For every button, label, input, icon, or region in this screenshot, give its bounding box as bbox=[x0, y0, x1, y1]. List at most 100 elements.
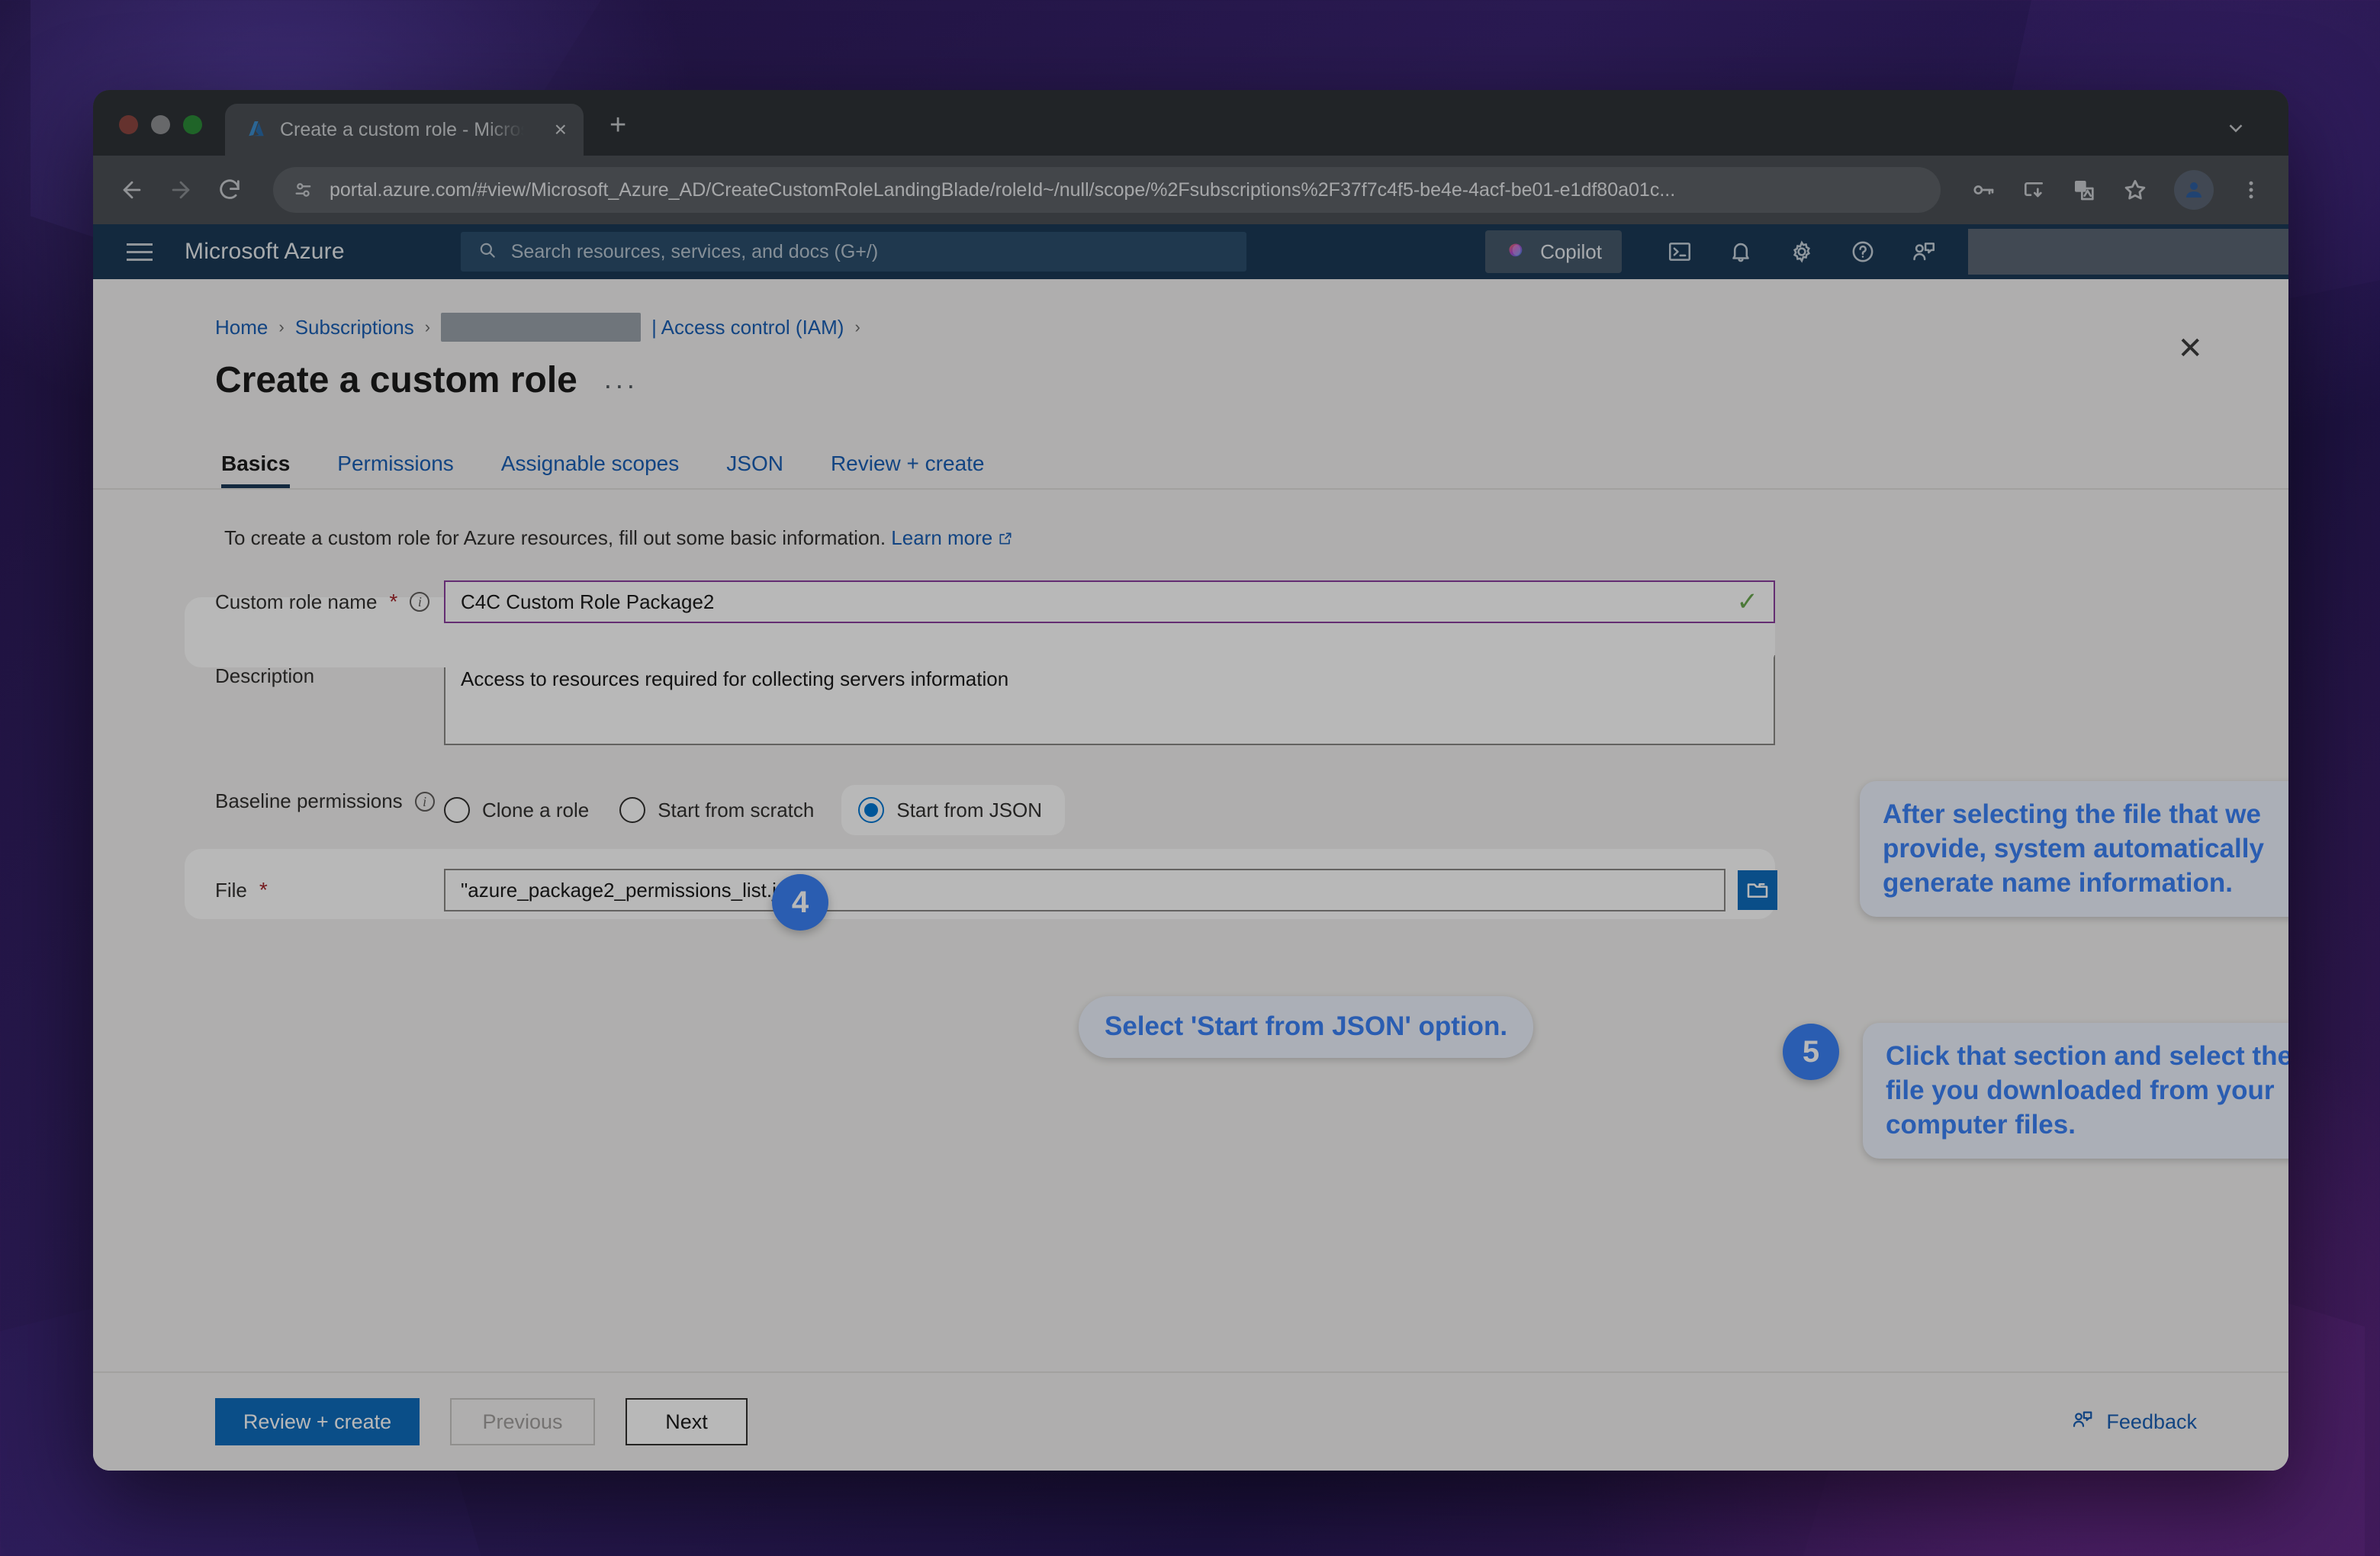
file-label-text: File bbox=[215, 878, 247, 902]
radio-clone-a-role[interactable]: Clone a role bbox=[444, 797, 589, 823]
site-settings-icon[interactable] bbox=[293, 179, 314, 201]
translate-icon[interactable] bbox=[2072, 178, 2096, 202]
browser-toolbar: portal.azure.com/#view/Microsoft_Azure_A… bbox=[93, 156, 2288, 224]
baseline-permissions-label-text: Baseline permissions bbox=[215, 789, 403, 812]
info-icon[interactable]: i bbox=[410, 592, 430, 612]
radio-start-from-json[interactable]: Start from JSON bbox=[841, 785, 1066, 835]
copilot-icon bbox=[1505, 239, 1528, 265]
wizard-footer: Review + create Previous Next Feedback bbox=[93, 1371, 2288, 1471]
page-title-row: Create a custom role ··· bbox=[93, 342, 2288, 401]
azure-favicon bbox=[245, 118, 268, 141]
baseline-permissions-label: Baseline permissions i bbox=[215, 780, 444, 813]
forward-icon[interactable] bbox=[168, 177, 194, 203]
role-name-label: Custom role name * i bbox=[215, 580, 444, 614]
chevron-down-icon[interactable] bbox=[2224, 117, 2247, 145]
radio-label: Start from JSON bbox=[896, 798, 1043, 821]
breadcrumb-subscription-redacted[interactable] bbox=[441, 313, 642, 342]
tab-assignable-scopes[interactable]: Assignable scopes bbox=[501, 452, 679, 488]
breadcrumb: Home › Subscriptions › | Access control … bbox=[93, 279, 2288, 342]
search-icon bbox=[478, 240, 497, 264]
reload-icon[interactable] bbox=[217, 177, 243, 203]
notifications-bell-icon[interactable] bbox=[1710, 224, 1771, 279]
file-input-wrap: "azure_package2_permissions_list.json" bbox=[444, 869, 1777, 911]
review-create-button[interactable]: Review + create bbox=[215, 1398, 420, 1445]
breadcrumb-separator-1: › bbox=[278, 317, 285, 336]
feedback-link[interactable]: Feedback bbox=[2071, 1408, 2197, 1436]
breadcrumb-separator-2: › bbox=[424, 317, 431, 336]
browser-tabstrip: Create a custom role - Micros × + bbox=[93, 90, 2288, 156]
previous-button: Previous bbox=[450, 1398, 595, 1445]
tab-json[interactable]: JSON bbox=[726, 452, 783, 488]
baseline-radio-group: Clone a role Start from scratch Start fr… bbox=[444, 780, 1095, 835]
intro-sentence: To create a custom role for Azure resour… bbox=[224, 526, 886, 549]
help-question-icon[interactable] bbox=[1832, 224, 1893, 279]
three-dot-menu-icon[interactable] bbox=[2240, 178, 2263, 201]
callout-select-file: Click that section and select the file y… bbox=[1863, 1023, 2288, 1159]
next-button[interactable]: Next bbox=[626, 1398, 748, 1445]
info-icon[interactable]: i bbox=[414, 791, 435, 812]
maximize-window-button[interactable] bbox=[183, 115, 202, 134]
browser-action-icons bbox=[1971, 170, 2263, 210]
account-info-redacted[interactable] bbox=[1968, 229, 2288, 275]
file-label: File * bbox=[215, 869, 444, 902]
window-controls bbox=[119, 115, 202, 156]
learn-more-link[interactable]: Learn more bbox=[891, 526, 992, 549]
bookmark-star-icon[interactable] bbox=[2122, 177, 2148, 203]
tab-basics[interactable]: Basics bbox=[221, 452, 291, 488]
address-bar[interactable]: portal.azure.com/#view/Microsoft_Azure_A… bbox=[273, 167, 1941, 213]
description-value: Access to resources required for collect… bbox=[461, 667, 1009, 690]
description-label-text: Description bbox=[215, 664, 315, 687]
feedback-person-icon[interactable] bbox=[1893, 224, 1954, 279]
breadcrumb-access-control[interactable]: | Access control (IAM) bbox=[651, 316, 844, 339]
settings-gear-icon[interactable] bbox=[1771, 224, 1832, 279]
step-badge-5: 5 bbox=[1783, 1024, 1839, 1080]
intro-text: To create a custom role for Azure resour… bbox=[93, 490, 2288, 550]
url-text: portal.azure.com/#view/Microsoft_Azure_A… bbox=[330, 178, 1676, 201]
azure-brand-label[interactable]: Microsoft Azure bbox=[185, 239, 345, 265]
description-textarea[interactable]: Access to resources required for collect… bbox=[444, 655, 1775, 745]
azure-portal: Microsoft Azure Search resources, servic… bbox=[93, 224, 2288, 1471]
radio-button[interactable] bbox=[444, 797, 470, 823]
hamburger-menu-icon[interactable] bbox=[117, 243, 162, 261]
role-name-label-text: Custom role name bbox=[215, 590, 378, 613]
close-icon[interactable]: × bbox=[555, 119, 567, 140]
copilot-button[interactable]: Copilot bbox=[1485, 230, 1622, 273]
tab-review-create[interactable]: Review + create bbox=[831, 452, 985, 488]
cloud-shell-icon[interactable] bbox=[1649, 224, 1710, 279]
file-input[interactable]: "azure_package2_permissions_list.json" bbox=[444, 869, 1726, 911]
role-name-value: C4C Custom Role Package2 bbox=[461, 590, 715, 613]
callout-auto-generate-name: After selecting the file that we provide… bbox=[1860, 781, 2288, 918]
password-key-icon[interactable] bbox=[1971, 178, 1996, 202]
file-value: "azure_package2_permissions_list.json" bbox=[461, 878, 816, 902]
new-tab-button[interactable]: + bbox=[609, 109, 626, 156]
breadcrumb-separator-3: › bbox=[854, 317, 860, 336]
radio-label: Start from scratch bbox=[658, 798, 815, 821]
back-icon[interactable] bbox=[119, 177, 145, 203]
radio-start-from-scratch[interactable]: Start from scratch bbox=[619, 797, 814, 823]
more-options-icon[interactable]: ··· bbox=[603, 369, 638, 401]
required-asterisk: * bbox=[259, 878, 268, 902]
folder-open-icon[interactable] bbox=[1738, 870, 1777, 910]
close-window-button[interactable] bbox=[119, 115, 138, 134]
close-blade-icon[interactable]: ✕ bbox=[2177, 331, 2203, 366]
profile-avatar-icon[interactable] bbox=[2174, 170, 2214, 210]
tab-permissions[interactable]: Permissions bbox=[337, 452, 453, 488]
callout-select-json: Select 'Start from JSON' option. bbox=[1079, 996, 1534, 1058]
required-asterisk: * bbox=[389, 590, 398, 613]
valid-check-icon: ✓ bbox=[1736, 587, 1759, 616]
install-app-icon[interactable] bbox=[2021, 178, 2046, 202]
radio-button[interactable] bbox=[858, 797, 885, 823]
role-name-input[interactable]: C4C Custom Role Package2 ✓ bbox=[444, 580, 1775, 623]
step-badge-4: 4 bbox=[772, 874, 828, 931]
breadcrumb-subscriptions[interactable]: Subscriptions bbox=[295, 316, 414, 339]
global-search-input[interactable]: Search resources, services, and docs (G+… bbox=[460, 232, 1246, 272]
browser-tab-title: Create a custom role - Micros bbox=[280, 118, 524, 140]
breadcrumb-home[interactable]: Home bbox=[215, 316, 268, 339]
copilot-label: Copilot bbox=[1540, 240, 1602, 263]
browser-tab[interactable]: Create a custom role - Micros × bbox=[225, 104, 584, 156]
azure-header-actions: Copilot bbox=[1485, 224, 2288, 279]
minimize-window-button[interactable] bbox=[151, 115, 170, 134]
browser-window: Create a custom role - Micros × + portal… bbox=[93, 90, 2288, 1471]
external-link-icon bbox=[998, 526, 1013, 549]
radio-button[interactable] bbox=[619, 797, 646, 823]
